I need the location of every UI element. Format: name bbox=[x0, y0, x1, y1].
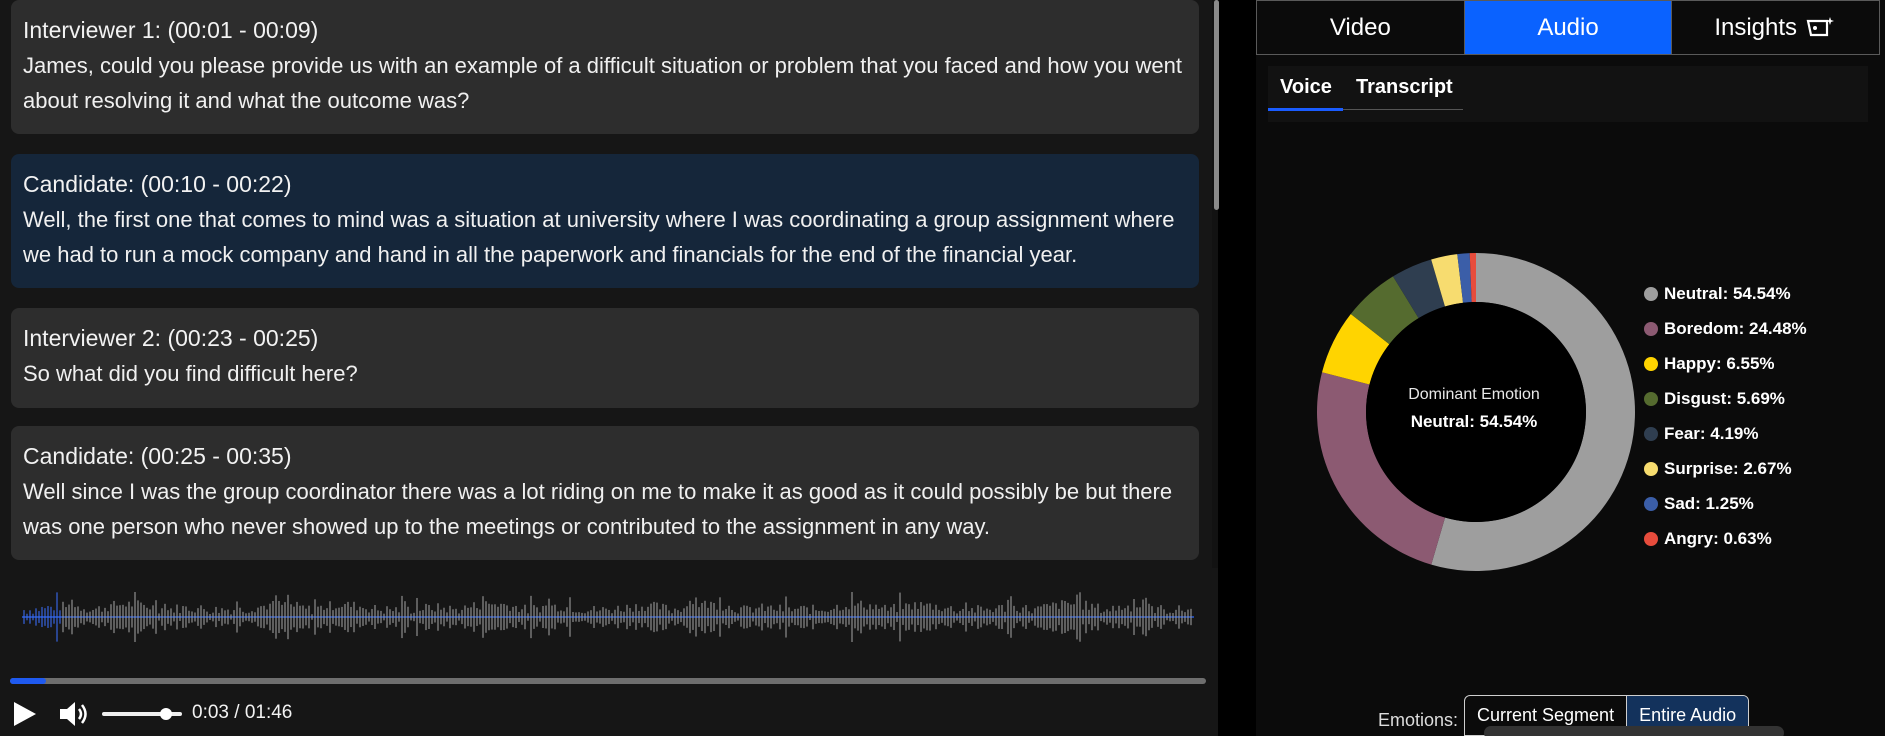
chart-legend: Neutral: 54.54% Boredom: 24.48% Happy: 6.5… bbox=[1644, 276, 1807, 556]
legend-dot bbox=[1644, 426, 1658, 441]
legend-item-sad[interactable]: Sad: 1.25% bbox=[1644, 486, 1807, 521]
segment-text: So what did you find difficult here? bbox=[23, 361, 358, 386]
segment-speaker: Candidate: (00:10 - 00:22) bbox=[23, 171, 292, 197]
segment-speaker: Interviewer 1: (00:01 - 00:09) bbox=[23, 17, 319, 43]
tab-audio-label: Audio bbox=[1537, 13, 1599, 41]
legend-item-angry[interactable]: Angry: 0.63% bbox=[1644, 521, 1807, 556]
audio-waveform[interactable] bbox=[22, 592, 1194, 642]
scrollbar-thumb[interactable] bbox=[1214, 0, 1219, 210]
insight-subtabs: Voice Transcript bbox=[1268, 66, 1868, 122]
tab-video[interactable]: Video bbox=[1257, 1, 1465, 54]
legend-item-surprise[interactable]: Surprise: 2.67% bbox=[1644, 451, 1807, 486]
progress-bar-played bbox=[10, 678, 46, 684]
volume-slider[interactable] bbox=[102, 708, 182, 720]
transcript-segment[interactable]: Interviewer 2: (00:23 - 00:25) So what d… bbox=[11, 308, 1199, 408]
segment-text: Well since I was the group coordinator t… bbox=[23, 479, 1173, 539]
progress-bar[interactable] bbox=[10, 678, 1206, 684]
play-button[interactable] bbox=[10, 700, 38, 728]
tab-video-label: Video bbox=[1329, 13, 1391, 41]
sparkle-tag-icon bbox=[1806, 16, 1835, 36]
segment-text: Well, the first one that comes to mind w… bbox=[23, 207, 1175, 267]
legend-label: Disgust: 5.69% bbox=[1664, 388, 1785, 408]
tab-audio[interactable]: Audio bbox=[1464, 1, 1673, 54]
legend-item-disgust[interactable]: Disgust: 5.69% bbox=[1644, 381, 1807, 416]
scroll-indicator bbox=[1484, 726, 1784, 736]
transcript-segment[interactable]: Interviewer 1: (00:01 - 00:09) James, co… bbox=[11, 0, 1199, 134]
tab-insights[interactable]: Insights bbox=[1672, 1, 1879, 54]
legend-dot bbox=[1644, 286, 1658, 301]
legend-dot bbox=[1644, 356, 1658, 371]
legend-dot bbox=[1644, 496, 1658, 511]
emotions-scope-label: Emotions: bbox=[1378, 710, 1459, 730]
dominant-emotion-value: Neutral: 54.54% bbox=[1410, 412, 1538, 431]
media-tabs: Video Audio Insights bbox=[1256, 0, 1880, 55]
play-icon bbox=[14, 702, 36, 726]
legend-dot bbox=[1644, 321, 1658, 336]
legend-label: Happy: 6.55% bbox=[1664, 353, 1775, 373]
segment-text: James, could you please provide us with … bbox=[23, 53, 1182, 113]
transcript-segment[interactable]: Candidate: (00:25 - 00:35) Well since I … bbox=[11, 426, 1199, 560]
segment-speaker: Candidate: (00:25 - 00:35) bbox=[23, 443, 292, 469]
transcript-panel: Interviewer 1: (00:01 - 00:09) James, co… bbox=[0, 0, 1219, 736]
volume-button[interactable] bbox=[58, 700, 90, 728]
transcript-list[interactable]: Interviewer 1: (00:01 - 00:09) James, co… bbox=[0, 0, 1212, 568]
legend-item-boredom[interactable]: Boredom: 24.48% bbox=[1644, 311, 1807, 346]
legend-label: Fear: 4.19% bbox=[1664, 423, 1759, 443]
legend-dot bbox=[1644, 531, 1658, 546]
legend-label: Sad: 1.25% bbox=[1664, 493, 1754, 513]
dominant-emotion-label: Dominant Emotion bbox=[1408, 386, 1540, 403]
legend-item-happy[interactable]: Happy: 6.55% bbox=[1644, 346, 1807, 381]
playback-time: 0:03 / 01:46 bbox=[192, 702, 293, 723]
tab-voice[interactable]: Voice bbox=[1280, 76, 1332, 109]
transcript-segment-active[interactable]: Candidate: (00:10 - 00:22) Well, the fir… bbox=[11, 154, 1199, 288]
volume-slider-handle[interactable] bbox=[160, 708, 172, 720]
legend-label: Neutral: 54.54% bbox=[1664, 283, 1791, 303]
tab-insights-label: Insights bbox=[1714, 13, 1798, 41]
legend-dot bbox=[1644, 461, 1658, 476]
volume-icon bbox=[60, 702, 87, 726]
legend-dot bbox=[1644, 391, 1658, 406]
legend-label: Boredom: 24.48% bbox=[1664, 318, 1807, 338]
legend-item-fear[interactable]: Fear: 4.19% bbox=[1644, 416, 1807, 451]
legend-item-neutral[interactable]: Neutral: 54.54% bbox=[1644, 276, 1807, 311]
insights-panel: Video Audio Insights Voice Transcript Do… bbox=[1256, 0, 1885, 736]
legend-label: Angry: 0.63% bbox=[1664, 528, 1772, 548]
legend-label: Surprise: 2.67% bbox=[1664, 458, 1792, 478]
segment-speaker: Interviewer 2: (00:23 - 00:25) bbox=[23, 325, 319, 351]
tab-transcript[interactable]: Transcript bbox=[1356, 76, 1453, 109]
